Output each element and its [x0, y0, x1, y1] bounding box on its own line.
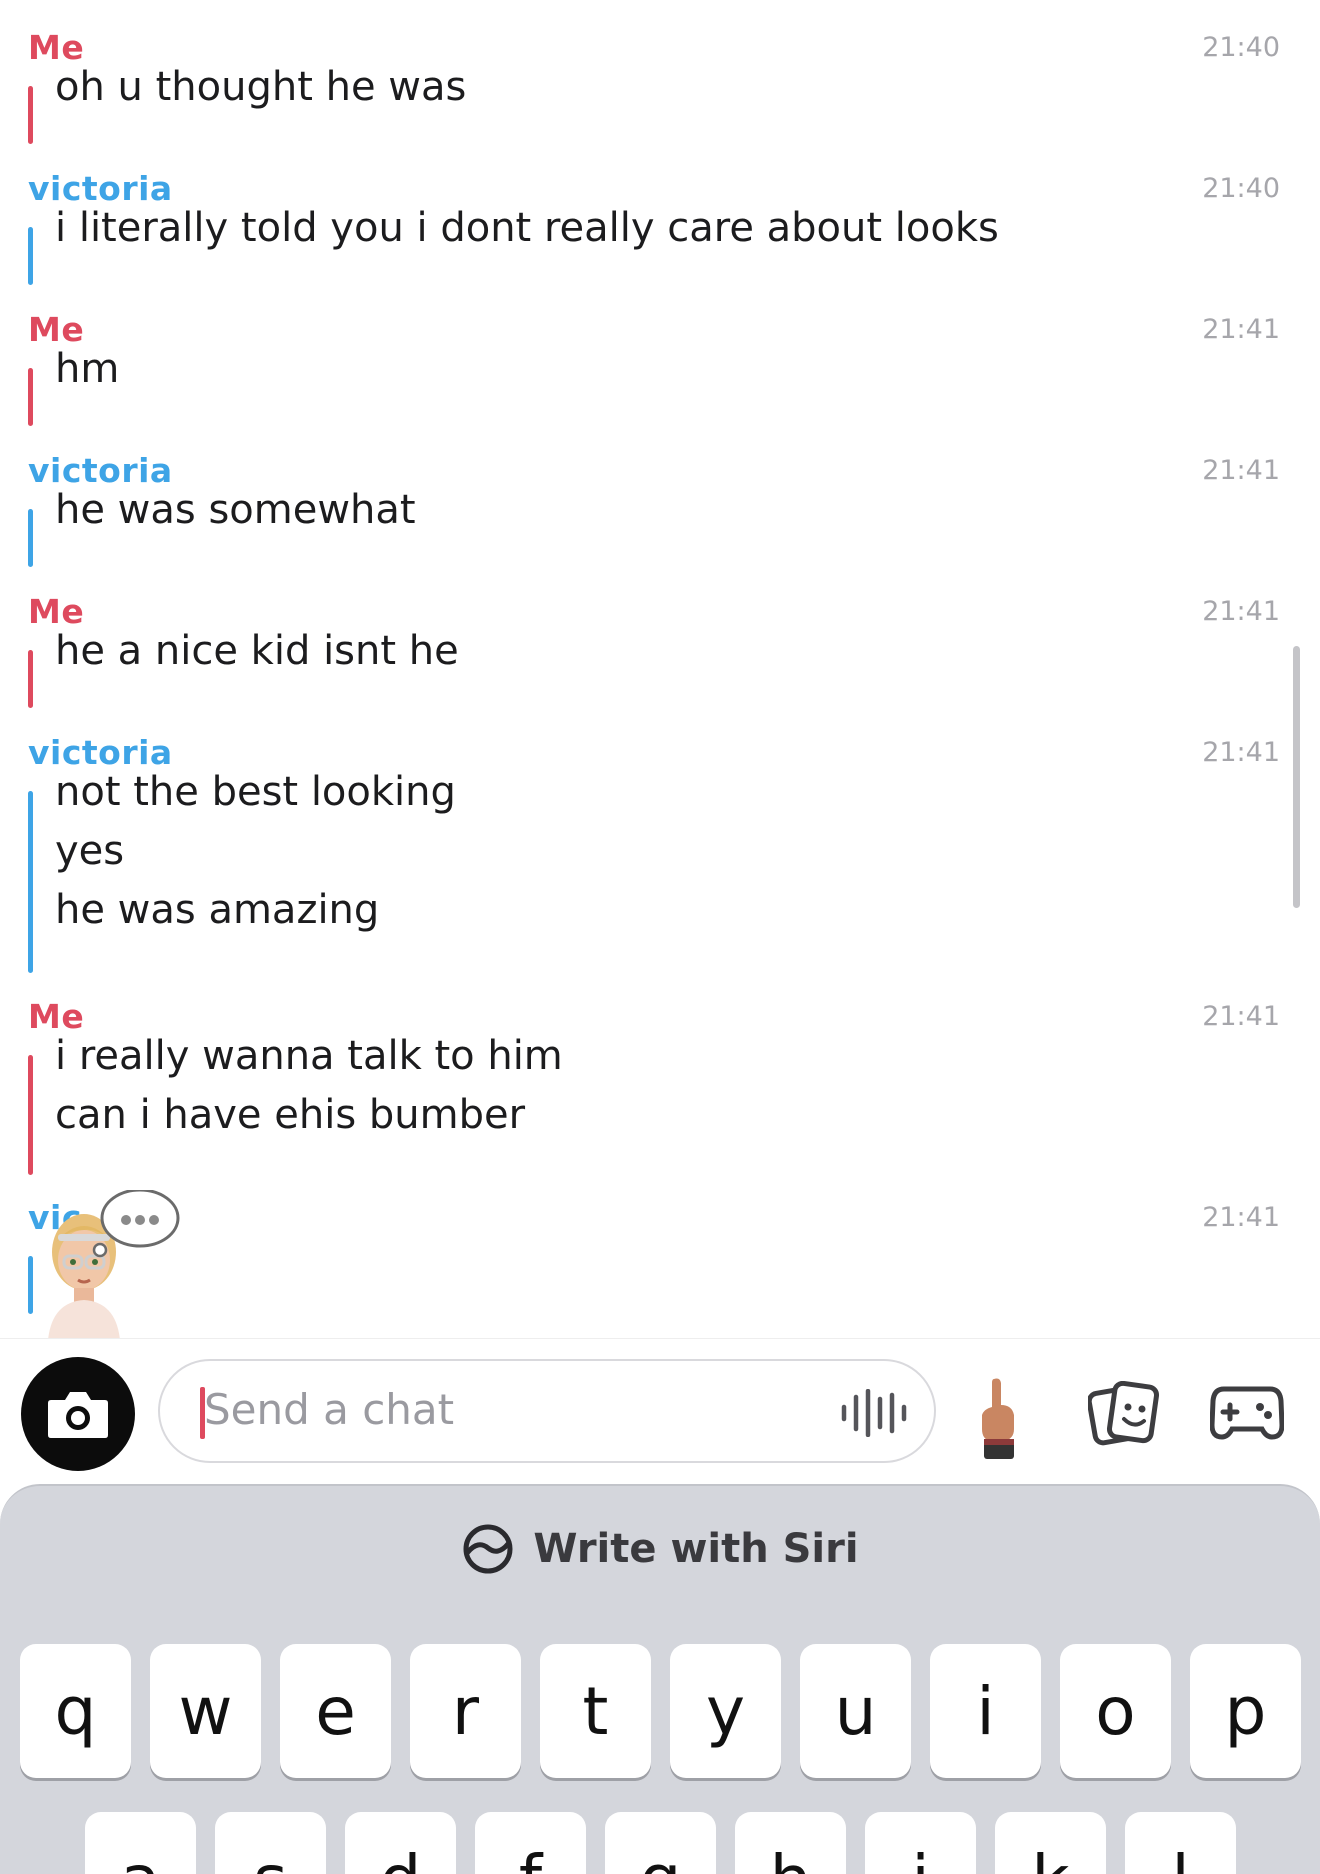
siri-icon [463, 1524, 513, 1574]
sender-name: Me [28, 997, 85, 1036]
sender-bar [28, 650, 33, 708]
message-text[interactable]: hm [55, 346, 119, 392]
sender-bar [28, 509, 33, 567]
message-timestamp: 21:41 [1202, 737, 1280, 768]
camera-button[interactable] [21, 1357, 135, 1471]
message-timestamp: 21:41 [1202, 1001, 1280, 1032]
key-j[interactable]: j [865, 1812, 976, 1874]
message-text[interactable]: not the best looking [55, 769, 456, 815]
sender-name: victoria [28, 733, 173, 772]
finger-icon[interactable] [968, 1375, 1032, 1461]
chat-input[interactable]: Send a chat [158, 1359, 936, 1463]
write-with-siri-button[interactable]: Write with Siri [0, 1516, 1320, 1582]
siri-label: Write with Siri [533, 1526, 859, 1572]
chat-message-list[interactable]: Me 21:40 oh u thought he was victoria 21… [0, 0, 1320, 1338]
key-o[interactable]: o [1060, 1644, 1171, 1778]
key-y[interactable]: y [670, 1644, 781, 1778]
key-k[interactable]: k [995, 1812, 1106, 1874]
sender-bar [28, 227, 33, 285]
message-timestamp: 21:41 [1202, 314, 1280, 345]
message-text[interactable]: i really wanna talk to him [55, 1033, 563, 1079]
key-a[interactable]: a [85, 1812, 196, 1874]
message-timestamp: 21:41 [1202, 1202, 1280, 1233]
key-d[interactable]: d [345, 1812, 456, 1874]
sender-bar [28, 1256, 33, 1314]
key-w[interactable]: w [150, 1644, 261, 1778]
sender-name: Me [28, 592, 85, 631]
key-t[interactable]: t [540, 1644, 651, 1778]
keyboard: Write with Siri q w e r t y u i o p a s … [0, 1484, 1320, 1874]
key-e[interactable]: e [280, 1644, 391, 1778]
key-h[interactable]: h [735, 1812, 846, 1874]
camera-icon [48, 1392, 108, 1438]
sender-name: victoria [28, 451, 173, 490]
message-timestamp: 21:40 [1202, 173, 1280, 204]
chat-input-placeholder: Send a chat [204, 1385, 455, 1434]
sender-name: Me [28, 28, 85, 67]
game-controller-icon[interactable] [1210, 1381, 1284, 1445]
key-l[interactable]: l [1125, 1812, 1236, 1874]
key-u[interactable]: u [800, 1644, 911, 1778]
key-g[interactable]: g [605, 1812, 716, 1874]
message-timestamp: 21:41 [1202, 596, 1280, 627]
message-text[interactable]: oh u thought he was [55, 64, 466, 110]
message-text[interactable]: he was amazing [55, 887, 379, 933]
message-text[interactable]: yes [55, 828, 124, 874]
sender-bar [28, 368, 33, 426]
key-r[interactable]: r [410, 1644, 521, 1778]
sender-bar [28, 86, 33, 144]
sender-bar [28, 1055, 33, 1175]
sender-name: Me [28, 310, 85, 349]
chat-composer: Send a chat [0, 1338, 1320, 1487]
key-s[interactable]: s [215, 1812, 326, 1874]
key-p[interactable]: p [1190, 1644, 1301, 1778]
sticker-icon[interactable] [1088, 1381, 1160, 1447]
key-f[interactable]: f [475, 1812, 586, 1874]
message-text[interactable]: he was somewhat [55, 487, 416, 533]
key-q[interactable]: q [20, 1644, 131, 1778]
message-timestamp: 21:41 [1202, 455, 1280, 486]
key-i[interactable]: i [930, 1644, 1041, 1778]
message-text[interactable]: can i have ehis bumber [55, 1092, 525, 1138]
sender-name: victoria [28, 169, 173, 208]
message-text[interactable]: i literally told you i dont really care … [55, 205, 999, 251]
scrollbar[interactable] [1293, 646, 1300, 908]
sender-bar [28, 791, 33, 973]
bitmoji-typing-avatar [48, 1190, 180, 1338]
voice-icon[interactable] [838, 1389, 910, 1437]
message-timestamp: 21:40 [1202, 32, 1280, 63]
message-text[interactable]: he a nice kid isnt he [55, 628, 459, 674]
